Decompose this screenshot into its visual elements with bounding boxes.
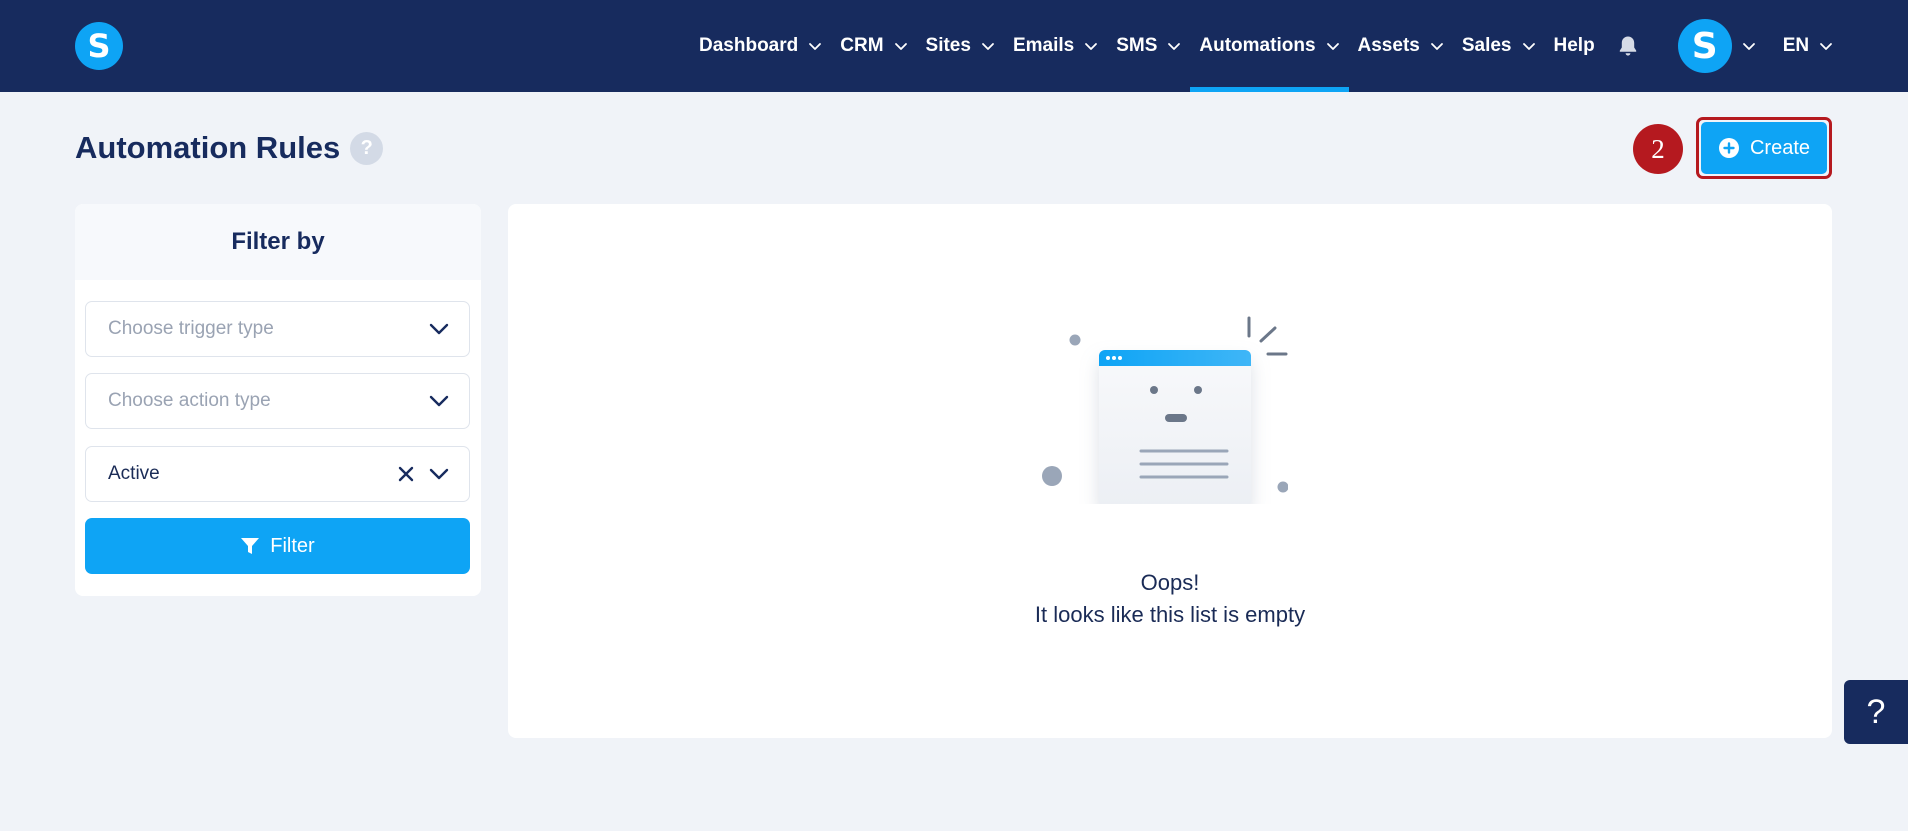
chevron-down-icon bbox=[429, 323, 449, 335]
create-button-label: Create bbox=[1749, 136, 1811, 159]
nav-item-assets[interactable]: Assets bbox=[1349, 0, 1453, 92]
nav-label: SMS bbox=[1116, 35, 1158, 56]
nav-label: Automations bbox=[1199, 35, 1316, 56]
language-selector[interactable]: EN bbox=[1774, 0, 1842, 92]
create-button[interactable]: Create bbox=[1701, 122, 1827, 174]
nav-item-crm[interactable]: CRM bbox=[831, 0, 916, 92]
nav-label: Sites bbox=[925, 35, 971, 56]
bell-icon[interactable] bbox=[1616, 34, 1640, 58]
nav-item-dashboard[interactable]: Dashboard bbox=[690, 0, 831, 92]
step-badge: 2 bbox=[1633, 124, 1683, 174]
filter-button[interactable]: Filter bbox=[85, 518, 470, 574]
main-nav: Dashboard CRM Sites Emails SMS Automatio… bbox=[690, 0, 1842, 92]
app-logo[interactable]: S bbox=[75, 22, 123, 70]
floating-help-button[interactable]: ? bbox=[1844, 680, 1908, 744]
plus-circle-icon bbox=[1718, 138, 1739, 158]
chevron-down-icon bbox=[1168, 43, 1181, 50]
nav-label: Help bbox=[1553, 35, 1595, 56]
status-select[interactable]: Active bbox=[85, 446, 470, 502]
rules-list-card: Oops! It looks like this list is empty bbox=[508, 204, 1832, 738]
empty-list-illustration bbox=[1042, 316, 1288, 504]
chevron-down-icon bbox=[1326, 43, 1339, 50]
page-title-text: Automation Rules bbox=[75, 130, 341, 165]
action-type-select[interactable]: Choose action type bbox=[85, 373, 470, 429]
filter-button-label: Filter bbox=[270, 534, 315, 557]
close-icon[interactable] bbox=[397, 465, 415, 483]
question-mark-icon: ? bbox=[1866, 692, 1886, 731]
nav-item-sites[interactable]: Sites bbox=[917, 0, 1004, 92]
chevron-down-icon[interactable] bbox=[1742, 39, 1756, 53]
empty-state-message: It looks like this list is empty bbox=[1034, 602, 1306, 627]
nav-item-automations[interactable]: Automations bbox=[1190, 0, 1349, 92]
nav-label: CRM bbox=[840, 35, 884, 56]
chevron-down-icon bbox=[982, 43, 994, 50]
chevron-down-icon bbox=[894, 43, 907, 50]
filter-panel: Filter by Choose trigger type Choose act… bbox=[75, 204, 481, 596]
chevron-down-icon bbox=[1522, 43, 1535, 50]
nav-label: Dashboard bbox=[699, 35, 799, 56]
user-avatar[interactable]: S bbox=[1677, 19, 1732, 73]
empty-state-title: Oops! bbox=[1140, 570, 1200, 595]
filter-heading: Filter by bbox=[75, 204, 481, 280]
trigger-type-select[interactable]: Choose trigger type bbox=[85, 301, 470, 357]
nav-label: Assets bbox=[1357, 35, 1420, 56]
help-icon[interactable]: ? bbox=[350, 131, 384, 165]
status-value: Active bbox=[108, 463, 160, 484]
nav-item-sms[interactable]: SMS bbox=[1107, 0, 1190, 92]
funnel-icon bbox=[241, 538, 260, 554]
chevron-down-icon bbox=[1820, 43, 1832, 50]
chevron-down-icon bbox=[1430, 43, 1443, 50]
nav-label: Sales bbox=[1461, 35, 1512, 56]
nav-item-emails[interactable]: Emails bbox=[1004, 0, 1107, 92]
page-title: Automation Rules ? bbox=[75, 130, 384, 166]
language-label: EN bbox=[1782, 35, 1810, 56]
nav-label: Emails bbox=[1012, 35, 1075, 56]
chevron-down-icon bbox=[809, 43, 822, 50]
top-navbar: S Dashboard CRM Sites Emails SMS Automat… bbox=[0, 0, 1908, 92]
chevron-down-icon bbox=[429, 468, 449, 480]
trigger-type-placeholder: Choose trigger type bbox=[108, 318, 274, 339]
action-type-placeholder: Choose action type bbox=[108, 390, 271, 411]
nav-item-sales[interactable]: Sales bbox=[1453, 0, 1545, 92]
nav-item-help[interactable]: Help bbox=[1545, 0, 1604, 92]
chevron-down-icon bbox=[429, 395, 449, 407]
chevron-down-icon bbox=[1085, 43, 1098, 50]
